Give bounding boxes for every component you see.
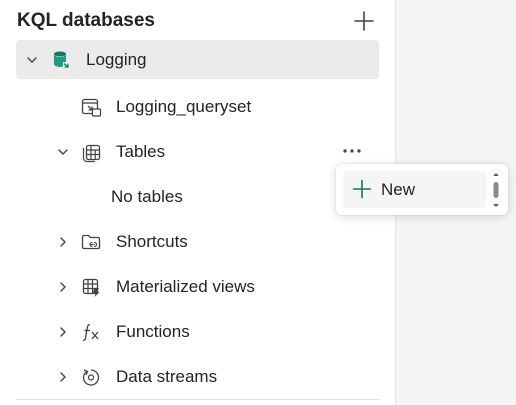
tables-context-menu: New <box>336 164 508 215</box>
menu-item-label: New <box>381 179 416 199</box>
add-database-button[interactable] <box>351 8 377 34</box>
chevron-right-icon[interactable] <box>56 235 70 249</box>
tree-item-label: Logging_queryset <box>116 96 252 116</box>
menu-item-new[interactable]: New <box>343 171 486 208</box>
chevron-right-icon[interactable] <box>56 325 70 339</box>
tree-item-empty-state: No tables <box>16 177 379 216</box>
chevron-right-icon[interactable] <box>56 280 70 294</box>
panel-title: KQL databases <box>17 10 155 31</box>
tree-item-label: Materialized views <box>116 276 255 296</box>
tree-item-label: Functions <box>116 321 190 341</box>
queryset-icon <box>79 95 103 119</box>
tree-item-label: Tables <box>116 141 166 161</box>
chevron-right-icon[interactable] <box>56 370 70 384</box>
tree-item-label: Shortcuts <box>116 231 188 251</box>
panel-header: KQL databases <box>17 6 377 36</box>
tree-item-queryset[interactable]: Logging_queryset <box>16 87 379 126</box>
chevron-down-icon[interactable] <box>56 145 70 159</box>
materialized-view-icon <box>79 275 103 299</box>
more-horizontal-icon <box>343 149 361 153</box>
tree-item-logging-database[interactable]: Logging <box>16 40 379 79</box>
database-icon <box>50 48 74 72</box>
tree-item-functions[interactable]: Functions <box>16 312 379 351</box>
plus-icon <box>354 11 374 31</box>
tree-item-label: Logging <box>86 49 147 69</box>
tree-item-tables[interactable]: Tables <box>16 132 379 171</box>
plus-icon <box>350 177 374 201</box>
menu-scrollbar[interactable] <box>490 170 502 210</box>
table-icon <box>79 140 103 164</box>
no-tables-text: No tables <box>111 186 183 206</box>
function-icon <box>79 320 103 344</box>
tree-item-materialized-views[interactable]: Materialized views <box>16 267 379 306</box>
tables-more-options-button[interactable] <box>339 140 365 162</box>
tree-item-shortcuts[interactable]: Shortcuts <box>16 222 379 261</box>
folder-link-icon <box>79 230 103 254</box>
tree-item-data-streams[interactable]: Data streams <box>16 357 379 396</box>
data-stream-icon <box>79 365 103 389</box>
divider <box>16 399 379 400</box>
chevron-down-icon[interactable] <box>25 53 39 67</box>
tree-item-label: Data streams <box>116 366 218 386</box>
